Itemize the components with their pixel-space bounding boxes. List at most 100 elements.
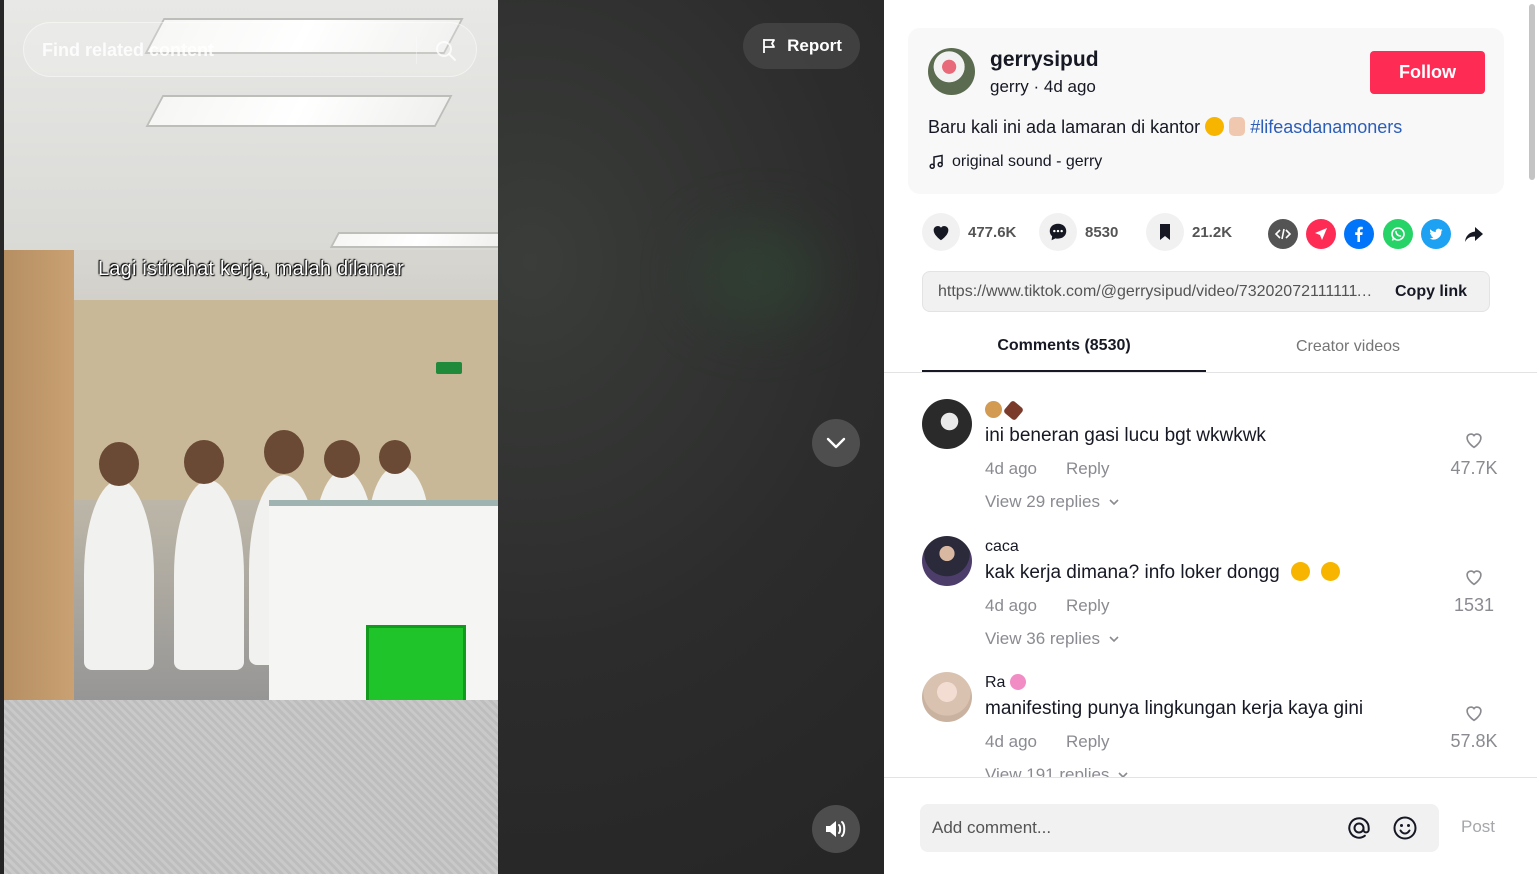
comment-time: 4d ago xyxy=(985,732,1037,751)
video-frame[interactable]: Lagi istirahat kerja, malah dilamar xyxy=(4,0,498,874)
report-button[interactable]: Report xyxy=(743,23,860,69)
commenter-avatar[interactable] xyxy=(922,399,972,449)
video-link-box: https://www.tiktok.com/@gerrysipud/video… xyxy=(922,271,1490,312)
heart-outline-icon xyxy=(1466,570,1482,586)
ceiling-light xyxy=(145,95,453,127)
author-avatar[interactable] xyxy=(928,48,975,95)
grinning-emoji-icon xyxy=(1205,117,1225,136)
details-panel: gerrysipud gerry · 4d ago Follow Baru ka… xyxy=(884,0,1537,874)
comment-item: caca kak kerja dimana? info loker dongg … xyxy=(884,510,1537,648)
like-button[interactable] xyxy=(922,213,960,251)
comment-text: ini beneran gasi lucu bgt wkwkwk xyxy=(985,425,1266,446)
save-button[interactable] xyxy=(1146,213,1184,251)
commenter-name[interactable]: Ra xyxy=(985,674,1026,692)
embed-icon xyxy=(1274,228,1292,240)
cookie-emoji-icon xyxy=(985,401,1002,418)
reply-button[interactable]: Reply xyxy=(1066,596,1109,616)
video-link-url[interactable]: https://www.tiktok.com/@gerrysipud/video… xyxy=(938,283,1378,301)
hashtag-link[interactable]: #lifeasdanamoners xyxy=(1250,117,1402,137)
post-button[interactable]: Post xyxy=(1461,817,1495,837)
comment-input[interactable] xyxy=(932,804,1322,852)
twitter-share-button[interactable] xyxy=(1421,219,1451,249)
tab-comments[interactable]: Comments (8530) xyxy=(922,322,1206,372)
mention-button[interactable] xyxy=(1346,815,1372,841)
meta-separator: · xyxy=(1033,77,1044,96)
more-share-button[interactable] xyxy=(1459,219,1489,249)
copy-link-button[interactable]: Copy link xyxy=(1395,283,1467,301)
exit-sign xyxy=(436,362,462,374)
comment-composer xyxy=(920,804,1439,852)
composer-divider xyxy=(884,777,1537,778)
comment-action: 8530 xyxy=(1039,212,1118,252)
smiley-icon xyxy=(1393,816,1417,840)
comment-count: 8530 xyxy=(1085,223,1119,241)
flag-icon xyxy=(763,39,776,53)
description-text: Baru kali ini ada lamaran di kantor xyxy=(928,117,1201,137)
description-card: gerrysipud gerry · 4d ago Follow Baru ka… xyxy=(908,28,1504,194)
author-username[interactable]: gerrysipud xyxy=(990,48,1099,72)
author-nickname: gerry xyxy=(990,77,1029,96)
commenter-avatar[interactable] xyxy=(922,672,972,722)
comment-like-count: 47.7K xyxy=(1450,458,1498,478)
bookmark-icon xyxy=(1160,224,1170,240)
chevron-down-icon xyxy=(1109,499,1119,506)
video-left-wall xyxy=(4,250,74,730)
view-replies-button[interactable]: View 29 replies xyxy=(985,492,1120,512)
view-replies-label: View 191 replies xyxy=(985,765,1110,777)
thumbs-up-emoji-icon xyxy=(1229,117,1246,136)
search-icon xyxy=(436,41,456,61)
comment-item: ini beneran gasi lucu bgt wkwkwk 4d ago … xyxy=(884,373,1537,512)
view-replies-label: View 29 replies xyxy=(985,492,1100,511)
panel-tabs: Comments (8530) Creator videos xyxy=(922,322,1490,372)
comment-time: 4d ago xyxy=(985,459,1037,478)
at-sign-icon xyxy=(1348,817,1370,839)
search-bar xyxy=(23,22,477,78)
send-to-friends-button[interactable] xyxy=(1306,219,1336,249)
volume-icon xyxy=(826,821,846,837)
facebook-share-button[interactable] xyxy=(1344,219,1374,249)
scrollbar-thumb[interactable] xyxy=(1529,4,1535,180)
chevron-down-icon xyxy=(1118,772,1129,777)
emoji-button[interactable] xyxy=(1392,815,1418,841)
next-video-button[interactable] xyxy=(812,419,860,467)
heart-outline-icon xyxy=(1466,433,1482,449)
reply-button[interactable]: Reply xyxy=(1066,459,1109,479)
search-input[interactable] xyxy=(42,23,412,78)
send-icon xyxy=(1315,228,1327,240)
commenter-avatar[interactable] xyxy=(922,536,972,586)
chevron-down-icon xyxy=(826,437,846,449)
comment-bubble-icon xyxy=(1049,223,1067,241)
comment-item: Ra manifesting punya lingkungan kerja ka… xyxy=(884,646,1537,777)
whatsapp-icon xyxy=(1391,227,1405,241)
facebook-icon xyxy=(1355,226,1363,242)
video-player[interactable]: Lagi istirahat kerja, malah dilamar Repo… xyxy=(0,0,884,874)
search-button[interactable] xyxy=(428,33,464,69)
volume-button[interactable] xyxy=(812,805,860,853)
action-bar: 477.6K 8530 21.2K xyxy=(922,212,1502,252)
reply-button[interactable]: Reply xyxy=(1066,732,1109,752)
comment-list[interactable]: ini beneran gasi lucu bgt wkwkwk 4d ago … xyxy=(884,373,1537,777)
heart-outline-icon xyxy=(1466,706,1482,722)
comment-like-button[interactable]: 47.7K xyxy=(1444,429,1504,479)
comment-like-count: 1531 xyxy=(1453,595,1495,615)
follow-button[interactable]: Follow xyxy=(1370,51,1485,94)
cherry-blossom-emoji-icon xyxy=(1009,674,1026,690)
heart-icon xyxy=(933,226,949,241)
pleading-face-emoji-icon xyxy=(1290,562,1310,581)
embed-button[interactable] xyxy=(1268,219,1298,249)
comment-like-button[interactable]: 1531 xyxy=(1444,566,1504,616)
comment-text: kak kerja dimana? info loker dongg xyxy=(985,562,1341,584)
comment-button[interactable] xyxy=(1039,213,1077,251)
music-note-icon xyxy=(929,154,943,170)
commenter-name[interactable]: caca xyxy=(985,538,1019,556)
twitter-icon xyxy=(1429,228,1443,240)
save-action: 21.2K xyxy=(1146,212,1232,252)
comment-like-button[interactable]: 57.8K xyxy=(1444,702,1504,752)
sound-link[interactable]: original sound - gerry xyxy=(928,153,1102,171)
whatsapp-share-button[interactable] xyxy=(1383,219,1413,249)
share-arrow-icon xyxy=(1465,227,1483,242)
commenter-name[interactable] xyxy=(985,399,1025,422)
page-scrollbar[interactable] xyxy=(1527,0,1537,874)
tab-creator-videos[interactable]: Creator videos xyxy=(1206,322,1490,372)
view-replies-button[interactable]: View 191 replies xyxy=(985,765,1129,777)
